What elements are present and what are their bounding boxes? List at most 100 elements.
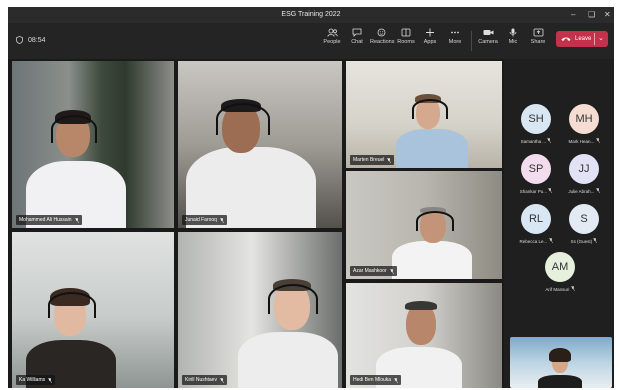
- share-label: Share: [530, 39, 546, 45]
- participant-name: Azar Mashkoor: [353, 268, 387, 274]
- avatar[interactable]: MH: [569, 104, 599, 134]
- avatar[interactable]: AM: [545, 252, 575, 282]
- window-title: ESG Training 2022: [281, 11, 341, 18]
- share-button[interactable]: Share: [526, 28, 550, 45]
- video-stage: Mohammed Ali Hussain Junaid Farooq Marte…: [8, 59, 614, 388]
- roster-name: Arif Mansuri: [532, 286, 588, 292]
- avatar-initials: SH: [528, 113, 544, 125]
- participant-name: Marten Breuel: [353, 157, 385, 163]
- apps-button[interactable]: Apps: [418, 28, 442, 45]
- rooms-label: Rooms: [397, 39, 415, 45]
- participant-name: Hedi Ben Mlouka: [353, 377, 392, 383]
- toolbar-divider: [471, 31, 472, 51]
- chat-button[interactable]: Chat: [345, 28, 369, 45]
- mic-off-icon: [593, 238, 598, 243]
- reactions-label: Reactions: [370, 39, 395, 45]
- close-icon[interactable]: ✕: [604, 10, 611, 20]
- participant-name-label: Junaid Farooq: [182, 215, 227, 225]
- participant-name: Ka Williams: [19, 377, 46, 383]
- people-button[interactable]: People: [320, 28, 344, 45]
- self-view-video[interactable]: [510, 337, 612, 388]
- avatar[interactable]: JJ: [569, 154, 599, 184]
- video-tile[interactable]: Mohammed Ali Hussain: [12, 61, 174, 228]
- video-tile[interactable]: Hedi Ben Mlouka: [346, 283, 502, 388]
- leave-button[interactable]: Leave ⌄: [556, 31, 608, 47]
- participant-video: [178, 61, 342, 228]
- teams-meeting-window: ESG Training 2022 – ❏ ✕ 08:54 People Cha…: [8, 7, 614, 388]
- avatar-initials: AM: [551, 261, 569, 273]
- mic-button[interactable]: Mic: [501, 28, 525, 45]
- avatar-initials: JJ: [578, 163, 590, 175]
- participant-name-label: Kirill Nushtaev: [182, 375, 227, 385]
- participant-video: [12, 61, 174, 228]
- participant-video: [12, 232, 174, 388]
- phone-hangup-icon: [561, 37, 571, 41]
- meeting-timer: 08:54: [16, 36, 46, 44]
- leave-divider: [594, 33, 595, 45]
- video-tile[interactable]: Junaid Farooq: [178, 61, 342, 228]
- chevron-down-icon[interactable]: ⌄: [598, 34, 604, 42]
- apps-label: Apps: [423, 39, 437, 45]
- avatar-initials: MH: [575, 113, 593, 125]
- reactions-button[interactable]: Reactions: [370, 28, 394, 45]
- microphone-icon: [509, 28, 517, 37]
- video-tile[interactable]: Azar Mashkoor: [346, 171, 502, 279]
- plus-icon: [426, 28, 434, 37]
- roster-name: Julie Abrah...: [556, 188, 612, 194]
- avatar[interactable]: RL: [521, 204, 551, 234]
- video-tile[interactable]: Ka Williams: [12, 232, 174, 388]
- mic-off-icon: [387, 157, 392, 163]
- participant-video: [178, 232, 342, 388]
- camera-icon: [483, 30, 493, 35]
- participant-name: Kirill Nushtaev: [185, 377, 217, 383]
- participant-video: [346, 283, 502, 388]
- mic-off-icon: [48, 377, 53, 383]
- participant-name-label: Hedi Ben Mlouka: [350, 375, 402, 385]
- more-label: More: [448, 39, 462, 45]
- more-icon: [451, 31, 459, 34]
- share-screen-icon: [533, 28, 543, 37]
- rooms-button[interactable]: Rooms: [394, 28, 418, 45]
- camera-label: Camera: [478, 39, 498, 45]
- avatar-initials: RL: [528, 213, 544, 225]
- minimize-icon[interactable]: –: [571, 10, 575, 20]
- mic-off-icon: [548, 188, 553, 193]
- mic-off-icon: [595, 188, 600, 193]
- roster-name: Ss (Guest): [556, 238, 612, 244]
- participant-name-label: Azar Mashkoor: [350, 266, 397, 276]
- participant-video: [346, 171, 502, 279]
- avatar-initials: SP: [528, 163, 544, 175]
- participant-name: Junaid Farooq: [185, 217, 217, 223]
- mic-off-icon: [595, 138, 600, 143]
- more-button[interactable]: More: [443, 28, 467, 45]
- chat-icon: [352, 28, 362, 37]
- shield-icon: [16, 36, 23, 44]
- leave-label: Leave: [575, 36, 592, 42]
- avatar[interactable]: S: [569, 204, 599, 234]
- avatar[interactable]: SP: [521, 154, 551, 184]
- mic-off-icon: [74, 217, 79, 223]
- participant-name: Mohammed Ali Hussain: [19, 217, 72, 223]
- meeting-toolbar: 08:54 People Chat Reactions Rooms Apps M…: [8, 23, 614, 59]
- mic-off-icon: [389, 268, 394, 274]
- participant-name-label: Marten Breuel: [350, 155, 395, 165]
- mic-label: Mic: [508, 39, 518, 45]
- roster-name: Mark Hean...: [556, 138, 612, 144]
- people-icon: [326, 28, 338, 37]
- video-tile[interactable]: Kirill Nushtaev: [178, 232, 342, 388]
- avatar-initials: S: [580, 213, 588, 225]
- maximize-icon[interactable]: ❏: [588, 10, 595, 20]
- title-bar: ESG Training 2022 – ❏ ✕: [8, 7, 614, 23]
- mic-off-icon: [547, 138, 552, 143]
- chat-label: Chat: [351, 39, 363, 45]
- mic-off-icon: [219, 377, 224, 383]
- mic-off-icon: [548, 238, 553, 243]
- participant-name-label: Mohammed Ali Hussain: [16, 215, 82, 225]
- video-tile[interactable]: Marten Breuel: [346, 61, 502, 168]
- mic-off-icon: [570, 286, 575, 291]
- camera-button[interactable]: Camera: [476, 28, 500, 45]
- participant-video: [346, 61, 502, 168]
- mic-off-icon: [394, 377, 399, 383]
- avatar[interactable]: SH: [521, 104, 551, 134]
- participant-roster: SH Samantha ... MH Mark Hean... SP Shank…: [504, 59, 614, 388]
